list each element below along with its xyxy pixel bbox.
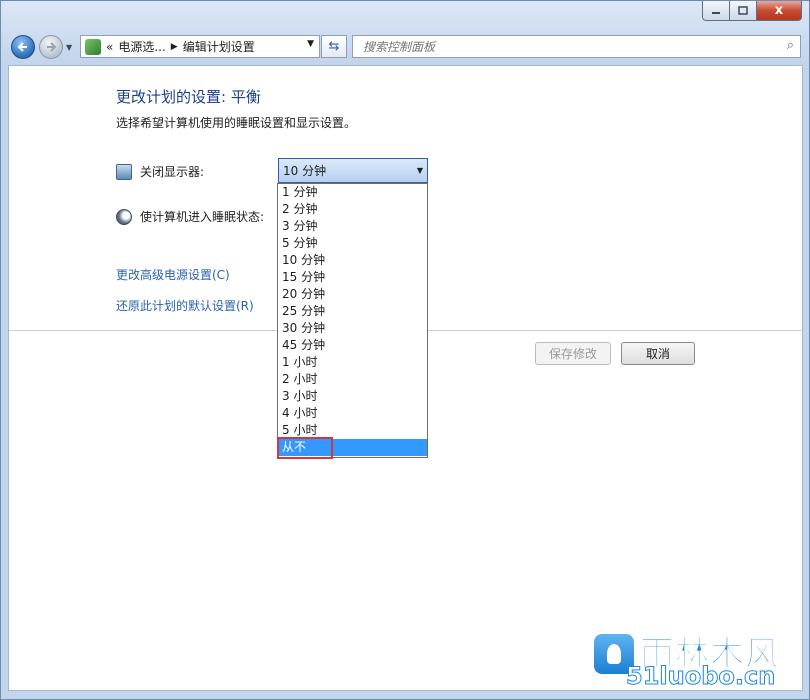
maximize-icon (738, 6, 748, 15)
close-icon: x (774, 3, 784, 18)
watermark-url-text: 51luobo.cn (625, 662, 776, 691)
dropdown-option[interactable]: 15 分钟 (278, 269, 427, 286)
breadcrumb-prefix[interactable]: « (106, 40, 113, 54)
breadcrumb-separator-icon[interactable]: ▶ (171, 42, 178, 52)
minimize-icon (712, 11, 720, 14)
cancel-button[interactable]: 取消 (621, 342, 695, 365)
search-input[interactable] (361, 39, 775, 55)
refresh-button[interactable]: ⇆ (321, 35, 347, 58)
page-title: 更改计划的设置: 平衡 (116, 88, 261, 106)
refresh-icon: ⇆ (328, 39, 340, 54)
display-off-select[interactable]: 10 分钟 ▼ (278, 158, 428, 183)
display-off-label: 关闭显示器: (140, 165, 205, 179)
maximize-button[interactable] (730, 1, 757, 21)
dropdown-option[interactable]: 3 小时 (278, 388, 427, 405)
forward-arrow-icon (47, 42, 57, 52)
dropdown-option[interactable]: 1 小时 (278, 354, 427, 371)
watermark: 雨林木风 51luobo.cn (588, 626, 798, 691)
dropdown-option[interactable]: 30 分钟 (278, 320, 427, 337)
address-dropdown-icon[interactable]: ▼ (307, 39, 314, 49)
back-button[interactable] (11, 35, 35, 59)
restore-defaults-link[interactable]: 还原此计划的默认设置(R) (116, 297, 254, 314)
dropdown-option[interactable]: 25 分钟 (278, 303, 427, 320)
display-off-row: 关闭显示器: (116, 163, 204, 180)
dropdown-option[interactable]: 2 分钟 (278, 201, 427, 218)
monitor-icon (116, 163, 132, 180)
search-icon[interactable]: ⌕ (787, 38, 794, 53)
dropdown-option[interactable]: 3 分钟 (278, 218, 427, 235)
chevron-down-icon[interactable]: ▼ (417, 166, 423, 175)
page-subtitle: 选择希望计算机使用的睡眠设置和显示设置。 (116, 116, 357, 130)
dropdown-option[interactable]: 45 分钟 (278, 337, 427, 354)
dropdown-option[interactable]: 20 分钟 (278, 286, 427, 303)
title-bar: x (1, 1, 809, 29)
dropdown-option[interactable]: 4 小时 (278, 405, 427, 422)
display-off-selected-value: 10 分钟 (283, 164, 327, 178)
search-box[interactable]: ⌕ (352, 35, 801, 58)
forward-button[interactable] (39, 35, 63, 59)
dropdown-option[interactable]: 10 分钟 (278, 252, 427, 269)
back-arrow-icon (17, 42, 27, 52)
sleep-row: 使计算机进入睡眠状态: (116, 208, 264, 225)
display-off-dropdown-list[interactable]: 1 分钟 2 分钟 3 分钟 5 分钟 10 分钟 15 分钟 20 分钟 25 分钟 30 分… (277, 183, 428, 458)
breadcrumb-power-options[interactable]: 电源选... (118, 38, 165, 55)
navigation-bar: ▼ « 电源选... ▶ 编辑计划设置 ▼ ⇆ ⌕ (1, 29, 809, 65)
dropdown-option[interactable]: 1 分钟 (278, 184, 427, 201)
highlight-box (277, 437, 333, 459)
moon-icon (116, 208, 132, 225)
control-panel-icon (85, 38, 101, 55)
dropdown-option[interactable]: 2 小时 (278, 371, 427, 388)
minimize-button[interactable] (702, 1, 730, 21)
save-changes-button[interactable]: 保存修改 (535, 342, 611, 365)
sleep-label: 使计算机进入睡眠状态: (140, 210, 265, 224)
close-button[interactable]: x (757, 1, 802, 21)
breadcrumb-edit-plan[interactable]: 编辑计划设置 (183, 38, 255, 55)
dropdown-option[interactable]: 5 分钟 (278, 235, 427, 252)
recent-pages-dropdown-icon[interactable]: ▼ (66, 43, 72, 52)
advanced-power-settings-link[interactable]: 更改高级电源设置(C) (116, 266, 230, 283)
address-bar[interactable]: « 电源选... ▶ 编辑计划设置 ▼ (80, 35, 320, 58)
